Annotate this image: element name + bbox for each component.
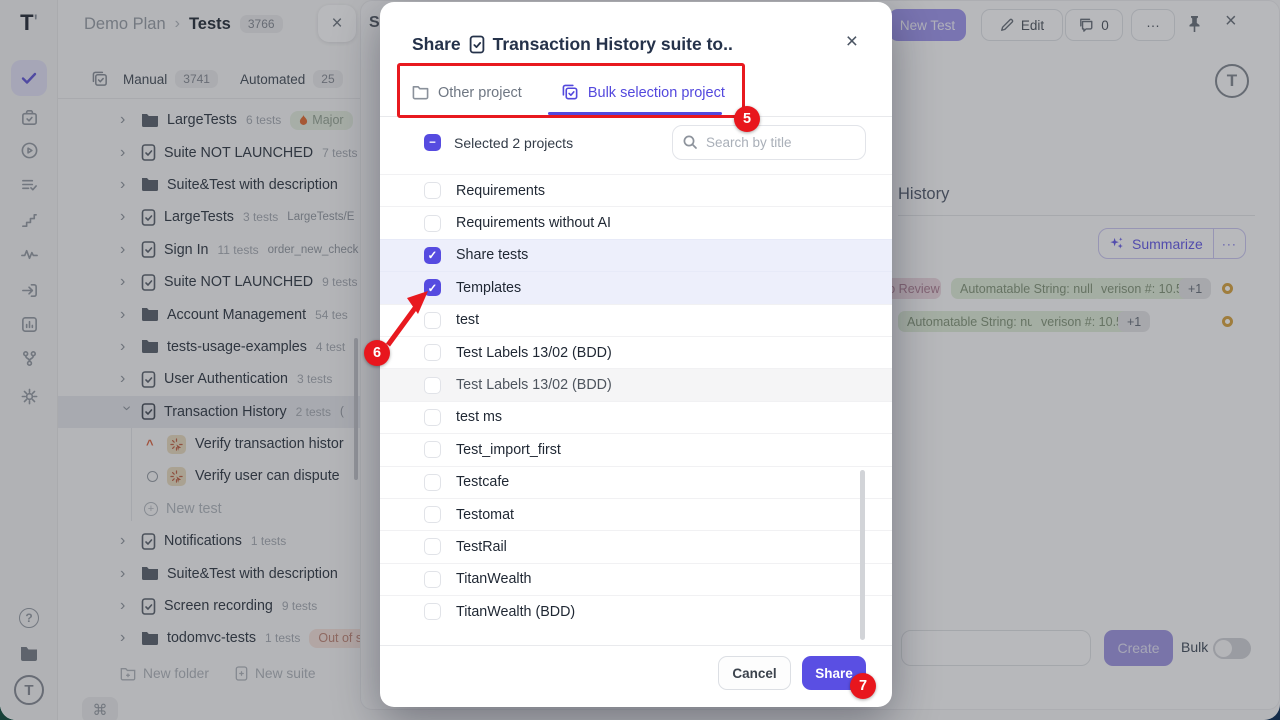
project-row[interactable]: TestRail — [380, 530, 892, 562]
project-row[interactable]: Requirements without AI — [380, 206, 892, 238]
annotation-rect-tabs — [397, 63, 745, 118]
modal-title: Share Transaction History suite to.. — [412, 34, 733, 55]
checkbox[interactable] — [424, 474, 441, 491]
project-row[interactable]: Test_import_first — [380, 433, 892, 465]
project-row[interactable]: Test Labels 13/02 (BDD) — [380, 336, 892, 368]
checkbox[interactable] — [424, 538, 441, 555]
project-row[interactable]: test ms — [380, 401, 892, 433]
checkbox[interactable] — [424, 441, 441, 458]
checkbox[interactable] — [424, 377, 441, 394]
modal-list-scrollbar[interactable] — [860, 470, 865, 640]
annotation-step-6: 6 — [364, 340, 390, 366]
search-input[interactable] — [672, 125, 866, 160]
project-row-checked[interactable]: ✓Templates — [380, 271, 892, 303]
select-all-control: − Selected 2 projects — [424, 134, 573, 151]
project-row[interactable]: Testomat — [380, 498, 892, 530]
checkbox-checked[interactable]: ✓ — [424, 247, 441, 264]
search-icon — [682, 134, 698, 150]
cancel-button[interactable]: Cancel — [718, 656, 791, 690]
project-row-checked[interactable]: ✓Share tests — [380, 239, 892, 271]
annotation-step-5: 5 — [734, 106, 760, 132]
project-list: Requirements Requirements without AI ✓Sh… — [380, 174, 892, 627]
project-row[interactable]: TitanWealth — [380, 563, 892, 595]
annotation-step-7: 7 — [850, 673, 876, 699]
checkbox[interactable] — [424, 603, 441, 620]
project-row[interactable]: Requirements — [380, 174, 892, 206]
modal-close-icon[interactable]: × — [846, 30, 858, 54]
checkbox[interactable] — [424, 409, 441, 426]
checkbox[interactable] — [424, 571, 441, 588]
project-row[interactable]: Test Labels 13/02 (BDD) — [380, 368, 892, 400]
selected-summary: Selected 2 projects — [454, 135, 573, 151]
search-box — [672, 125, 866, 160]
select-all-checkbox[interactable]: − — [424, 134, 441, 151]
project-row[interactable]: TitanWealth (BDD) — [380, 595, 892, 627]
project-row[interactable]: Testcafe — [380, 466, 892, 498]
project-row[interactable]: test — [380, 304, 892, 336]
suite-icon — [469, 35, 485, 54]
checkbox[interactable] — [424, 215, 441, 232]
checkbox[interactable] — [424, 182, 441, 199]
divider — [380, 645, 892, 646]
checkbox[interactable] — [424, 506, 441, 523]
